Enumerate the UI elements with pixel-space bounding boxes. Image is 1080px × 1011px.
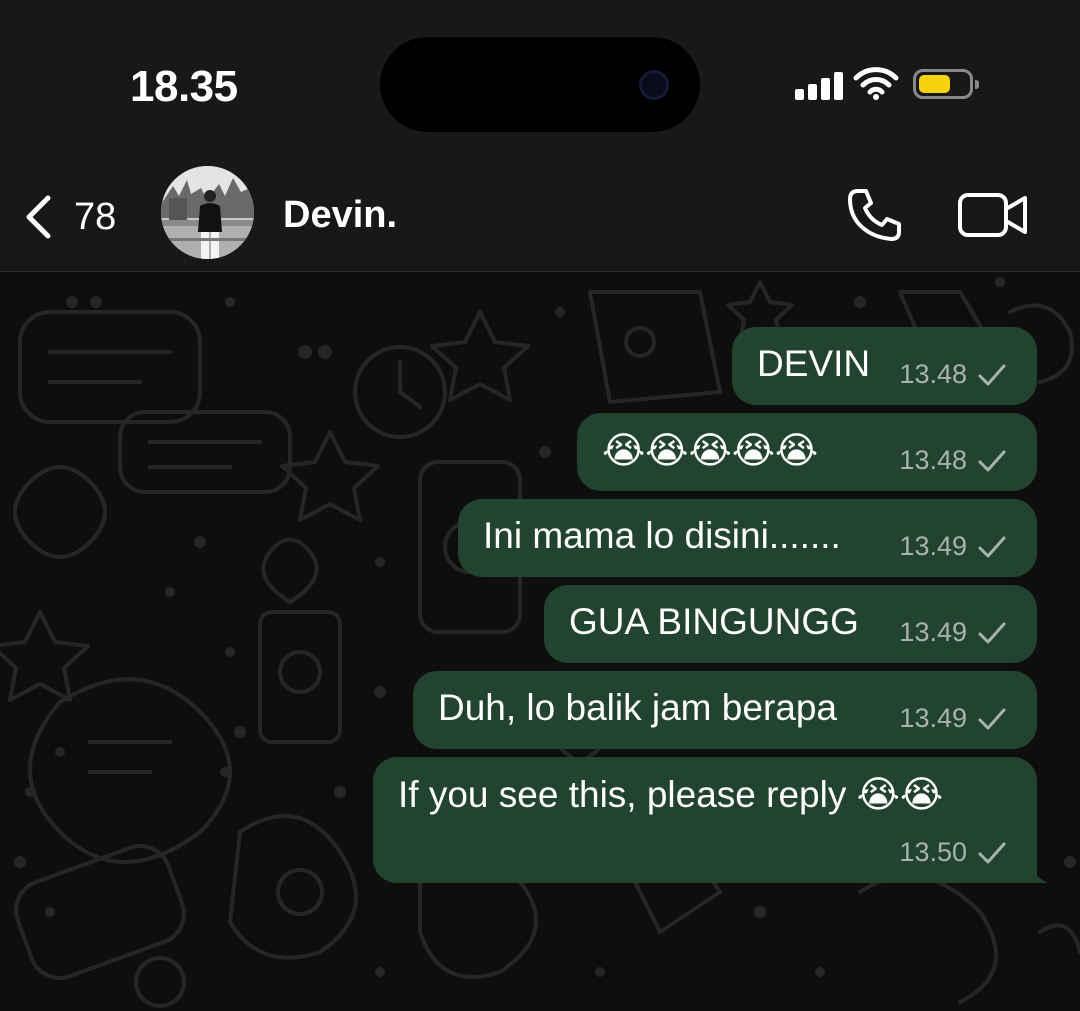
sent-check-icon [978, 708, 1006, 729]
dynamic-island [380, 37, 700, 132]
cellular-signal-icon [795, 70, 845, 100]
chat-header: 78 Devin. [0, 150, 1080, 272]
sent-check-icon [978, 622, 1006, 643]
chevron-left-icon [26, 195, 51, 239]
battery-level [919, 75, 950, 93]
message-meta: 13.50 [899, 837, 1007, 868]
message-text: Duh, lo balik jam berapa [438, 687, 837, 728]
message-meta: 13.48 [899, 445, 1007, 476]
message-time: 13.48 [899, 359, 967, 389]
message-bubble[interactable]: Ini mama lo disini....... 13.49 [458, 499, 1037, 577]
status-bar: 18.35 [0, 0, 1080, 150]
message-meta: 13.49 [899, 617, 1007, 648]
message-time: 13.50 [899, 837, 967, 867]
sent-check-icon [978, 536, 1006, 557]
message-time: 13.49 [899, 703, 967, 733]
message-text: DEVIN [757, 343, 871, 384]
message-meta: 13.48 [899, 359, 1007, 390]
message-text: GUA BINGUNGG [569, 601, 859, 642]
message-text: Ini mama lo disini....... [483, 515, 841, 556]
back-button[interactable]: 78 [22, 192, 116, 242]
sent-check-icon [978, 364, 1006, 385]
bubble-tail [1022, 853, 1048, 883]
unread-count: 78 [74, 195, 117, 238]
message-bubble[interactable]: If you see this, please reply 😭😭 13.50 [373, 757, 1037, 883]
avatar[interactable] [161, 166, 254, 259]
message-time: 13.48 [899, 445, 967, 475]
status-time: 18.35 [130, 62, 238, 111]
message-time: 13.49 [899, 531, 967, 561]
message-meta: 13.49 [899, 703, 1007, 734]
message-text: If you see this, please reply 😭😭 [398, 774, 944, 815]
phone-icon [848, 189, 901, 241]
message-bubble[interactable]: DEVIN 13.48 [732, 327, 1037, 405]
message-bubble[interactable]: 😭😭😭😭😭 13.48 [577, 413, 1037, 491]
message-meta: 13.49 [899, 531, 1007, 562]
sent-check-icon [978, 842, 1006, 863]
chat-area[interactable]: DEVIN 13.48 😭😭😭😭😭 13.48 Ini mama lo disi… [0, 272, 1080, 1011]
front-camera [639, 70, 669, 100]
video-camera-icon [958, 193, 1027, 237]
video-call-button[interactable] [957, 192, 1029, 243]
voice-call-button[interactable] [846, 187, 904, 248]
message-text: 😭😭😭😭😭 [602, 429, 819, 472]
message-time: 13.49 [899, 617, 967, 647]
battery-icon [913, 69, 979, 99]
message-bubble[interactable]: GUA BINGUNGG 13.49 [544, 585, 1037, 663]
wifi-icon [853, 66, 899, 105]
message-bubble[interactable]: Duh, lo balik jam berapa 13.49 [413, 671, 1037, 749]
sent-check-icon [978, 450, 1006, 471]
contact-name[interactable]: Devin. [283, 194, 397, 237]
